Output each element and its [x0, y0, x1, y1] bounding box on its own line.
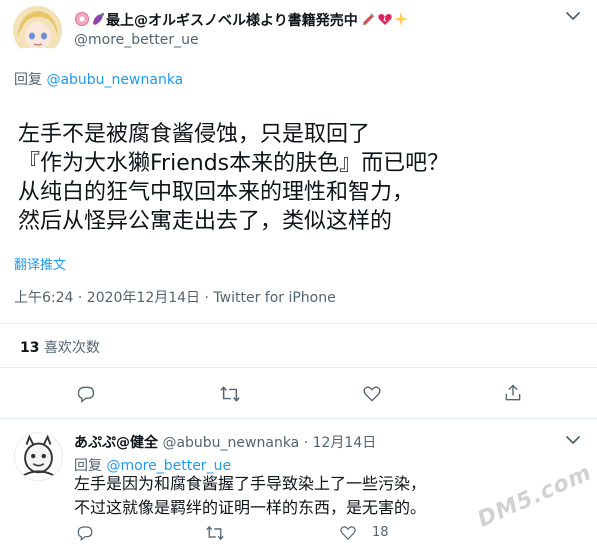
- reply-reply-icon[interactable]: [76, 524, 94, 542]
- replying-to-line: 回复 @abubu_newnanka: [14, 69, 183, 89]
- tweet-timestamp[interactable]: 上午6:24 · 2020年12月14日 · Twitter for iPhon…: [14, 287, 336, 307]
- likes-stat[interactable]: 13 喜欢次数: [20, 337, 100, 357]
- tweet-text-line: 从纯白的狂气中取回本来的理性和智力，: [18, 180, 415, 205]
- author-display-name: 最上@オルギスノベル様より書籍発売中: [106, 13, 358, 29]
- reply-retweet-icon[interactable]: [205, 524, 225, 542]
- tweet-text-line: 左手不是被腐食酱侵蚀，只是取回了: [18, 122, 371, 147]
- reply-to-handle-link[interactable]: @abubu_newnanka: [46, 72, 183, 88]
- reply-author-handle[interactable]: @abubu_newnanka: [162, 435, 299, 451]
- likes-count: 13: [20, 340, 40, 356]
- divider: [0, 418, 597, 419]
- author-avatar[interactable]: [13, 6, 62, 55]
- syringe-emoji-icon: [361, 11, 377, 31]
- author-display-name-row[interactable]: 最上@オルギスノベル様より書籍発売中: [74, 10, 409, 31]
- tweet-text-line: 『作为大水獭Friends本来的肤色』而已吧？: [18, 151, 450, 176]
- reply-date[interactable]: · 12月14日: [304, 435, 377, 451]
- sparkles-emoji-icon: [393, 11, 409, 31]
- author-handle[interactable]: @more_better_ue: [74, 32, 199, 48]
- like-heart-icon[interactable]: [362, 384, 382, 404]
- eggplant-emoji-icon: [90, 11, 106, 31]
- divider: [0, 323, 597, 324]
- reply-author-row: あぷぷ@健全 @abubu_newnanka · 12月14日: [74, 432, 376, 452]
- divider: [0, 367, 597, 368]
- reply-more-options-icon[interactable]: [563, 432, 583, 448]
- tweet-text: 左手不是被腐食酱侵蚀，只是取回了 『作为大水獭Friends本来的肤色』而已吧？…: [18, 120, 588, 236]
- reply-like-heart-icon[interactable]: [339, 524, 357, 542]
- retweet-icon[interactable]: [219, 384, 241, 404]
- flower-emoji-icon: [74, 11, 90, 31]
- heart-emoji-icon: [377, 11, 393, 31]
- reply-likes-count: 18: [372, 525, 389, 540]
- share-icon[interactable]: [503, 383, 523, 403]
- reply-icon[interactable]: [76, 384, 96, 404]
- reply-label: 回复: [14, 72, 42, 88]
- likes-label: 喜欢次数: [43, 340, 100, 356]
- reply-author-avatar[interactable]: [14, 432, 63, 481]
- reply-author-display-name[interactable]: あぷぷ@健全: [74, 435, 158, 451]
- tweet-text-line: 然后从怪异公寓走出去了，类似这样的: [18, 209, 393, 234]
- more-options-icon[interactable]: [563, 8, 583, 24]
- translate-tweet-link[interactable]: 翻译推文: [14, 254, 66, 273]
